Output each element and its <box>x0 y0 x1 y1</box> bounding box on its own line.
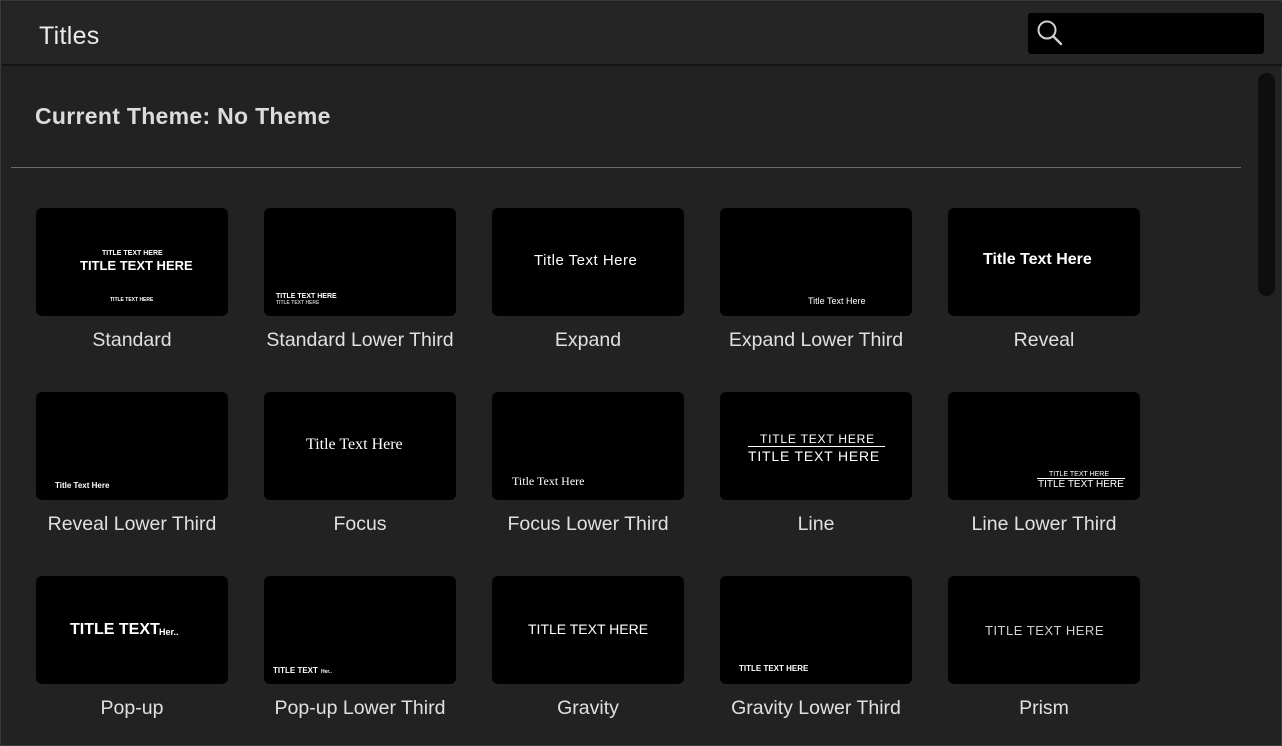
preview-text: TITLE TEXT HERE <box>748 448 881 464</box>
preview-text: TITLE TEXT HERE <box>80 258 193 273</box>
title-thumbnail: Title Text Here <box>492 392 684 500</box>
preview-text: TITLE TEXT HERE <box>102 250 163 257</box>
title-thumbnail: TITLE TEXT HERE TITLE TEXT HERE <box>264 208 456 316</box>
preview-text: TITLE TEXT HERE <box>110 297 154 303</box>
preview-text: Title Text Here <box>983 251 1092 268</box>
title-label: Gravity Lower Third <box>731 697 901 719</box>
header-title: Titles <box>39 22 100 50</box>
title-label: Line <box>797 513 835 535</box>
title-label: Standard <box>92 329 172 351</box>
title-label: Pop-up <box>100 697 164 719</box>
preview-text: Title Text Here <box>808 296 866 306</box>
preview-text: TITLE TEXT HERE <box>985 623 1104 638</box>
divider-line <box>748 446 885 447</box>
title-thumbnail: TITLE TEXT HERE <box>492 576 684 684</box>
title-thumbnail: TITLE TEXT Her.. <box>264 576 456 684</box>
title-thumbnail: TITLE TEXT HERE TITLE TEXT HERE <box>948 392 1140 500</box>
preview-text: Her.. <box>321 669 332 675</box>
title-label: Prism <box>1019 697 1069 719</box>
preview-text: TITLE TEXT HERE <box>1038 479 1124 490</box>
search-icon <box>1037 20 1063 46</box>
title-label: Focus <box>333 513 387 535</box>
preview-text: Title Text Here <box>306 436 403 453</box>
header-bar: Titles <box>2 2 1282 66</box>
search-input[interactable] <box>1070 19 1259 49</box>
title-label: Reveal <box>1013 329 1075 351</box>
preview-text: TITLE TEXT HERE <box>760 432 875 446</box>
title-label: Expand Lower Third <box>728 329 904 351</box>
title-label: Focus Lower Third <box>507 513 669 535</box>
title-thumbnail: Title Text Here <box>720 208 912 316</box>
preview-text: TITLE TEXT HERE <box>528 621 649 637</box>
title-thumbnail: Title Text Here <box>948 208 1140 316</box>
divider <box>11 167 1241 168</box>
title-label: Reveal Lower Third <box>47 513 217 535</box>
title-thumbnail: Title Text Here <box>264 392 456 500</box>
title-label: Gravity <box>557 697 619 719</box>
preview-text: Title Text Here <box>534 252 638 269</box>
preview-text: TITLE TEXT HERE <box>739 664 809 673</box>
search-field[interactable] <box>1028 13 1264 54</box>
title-thumbnail: Title Text Here <box>36 392 228 500</box>
preview-text: Her.. <box>159 627 179 637</box>
preview-text: Title Text Here <box>55 481 110 490</box>
preview-text: Title Text Here <box>512 474 585 488</box>
preview-text: TITLE TEXT HERE <box>276 300 320 306</box>
preview-text: TITLE TEXT HERE <box>276 293 337 300</box>
preview-text: TITLE TEXT <box>70 621 160 638</box>
title-thumbnail: TITLE TEXT Her.. <box>36 576 228 684</box>
title-label: Expand <box>554 329 622 351</box>
title-thumbnail: TITLE TEXT HERE <box>948 576 1140 684</box>
scrollbar-thumb[interactable] <box>1258 73 1275 296</box>
title-thumbnail: TITLE TEXT HERE TITLE TEXT HERE <box>720 392 912 500</box>
title-label: Pop-up Lower Third <box>274 697 446 719</box>
preview-text: TITLE TEXT <box>273 666 318 675</box>
current-theme-label: Current Theme: No Theme <box>35 103 331 129</box>
title-thumbnail: TITLE TEXT HERE <box>720 576 912 684</box>
preview-text: TITLE TEXT HERE <box>1049 471 1110 478</box>
titles-browser: Titles Current Theme: No Theme TITLE TEX… <box>0 0 1282 746</box>
title-label: Standard Lower Third <box>266 329 454 351</box>
title-thumbnail: TITLE TEXT HERE TITLE TEXT HERE TITLE TE… <box>36 208 228 316</box>
title-label: Line Lower Third <box>971 513 1117 535</box>
title-thumbnail: Title Text Here <box>492 208 684 316</box>
